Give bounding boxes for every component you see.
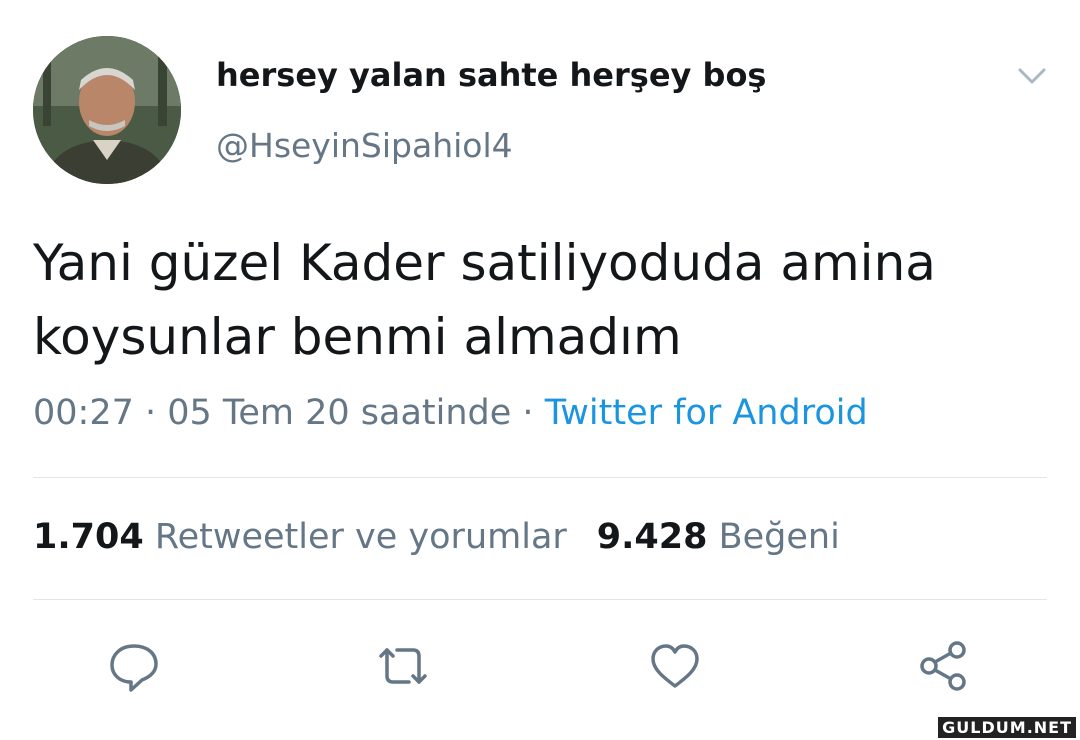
tweet-stats: 1.704 Retweetler ve yorumlar 9.428 Beğeni xyxy=(33,517,840,557)
tweet-date: 05 Tem 20 saatinde xyxy=(167,393,512,433)
tweet-text-line: koysunlar benmi almadım xyxy=(33,308,682,366)
reply-icon[interactable] xyxy=(104,638,164,694)
tweet-source-link[interactable]: Twitter for Android xyxy=(545,393,868,433)
retweets-count: 1.704 xyxy=(33,517,144,557)
likes-count: 9.428 xyxy=(596,517,708,557)
divider xyxy=(33,477,1047,478)
likes-label: Beğeni xyxy=(718,517,840,557)
divider xyxy=(33,599,1047,600)
tweet-text-line: Yani güzel Kader satiliyoduda amina xyxy=(33,234,936,292)
meta-separator: · xyxy=(133,393,168,433)
like-icon[interactable] xyxy=(645,638,705,694)
watermark: GULDUM.NET xyxy=(938,717,1076,738)
retweets-label: Retweetler ve yorumlar xyxy=(154,517,567,557)
tweet-time: 00:27 xyxy=(33,393,134,433)
chevron-down-icon[interactable] xyxy=(1012,62,1052,90)
display-name[interactable]: hersey yalan sahte herşey boş xyxy=(216,56,766,94)
share-icon[interactable] xyxy=(913,638,973,694)
retweet-icon[interactable] xyxy=(373,638,433,694)
likes-stat[interactable]: 9.428 Beğeni xyxy=(597,517,840,557)
meta-separator: · xyxy=(511,393,545,433)
tweet-meta: 00:27 · 05 Tem 20 saatinde · Twitter for… xyxy=(33,393,868,433)
avatar-photo xyxy=(33,36,181,184)
retweets-stat[interactable]: 1.704 Retweetler ve yorumlar xyxy=(33,517,567,557)
tweet-text: Yani güzel Kader satiliyoduda amina koys… xyxy=(33,226,1043,374)
avatar[interactable] xyxy=(33,36,181,184)
user-handle[interactable]: @HseyinSipahiol4 xyxy=(216,126,513,165)
